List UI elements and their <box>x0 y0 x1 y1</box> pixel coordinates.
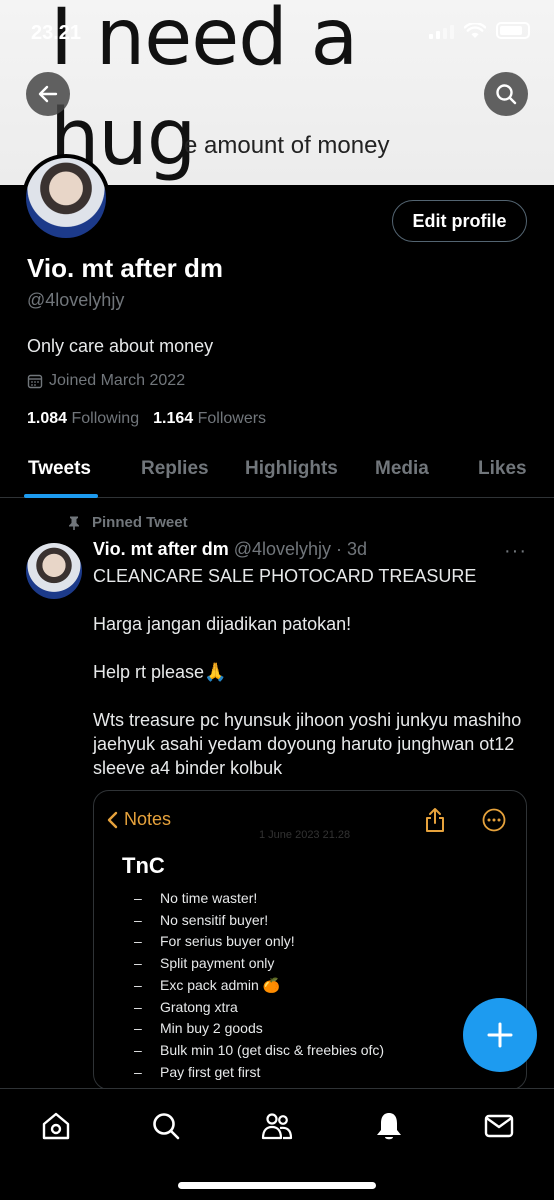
list-item: – Min buy 2 goods <box>134 1018 384 1040</box>
tweet-paragraph: Harga jangan dijadikan patokan! <box>93 614 352 634</box>
status-time: 23.21 <box>31 22 82 44</box>
rule-text: Min buy 2 goods <box>160 1020 263 1037</box>
tab-media[interactable]: Media <box>375 458 429 480</box>
rule-text: Gratong xtra <box>160 998 238 1015</box>
chevron-left-icon <box>107 811 118 828</box>
nav-search[interactable] <box>149 1109 183 1143</box>
tab-replies[interactable]: Replies <box>141 458 209 480</box>
calendar-icon <box>27 374 43 389</box>
notes-date: 1 June 2023 21.28 <box>259 829 351 841</box>
plus-icon <box>487 1022 513 1048</box>
tweet-paragraph: Help rt please🙏 <box>93 662 227 682</box>
bell-icon <box>377 1113 401 1140</box>
list-item: – Gratong xtra <box>134 997 384 1019</box>
notes-back-label: Notes <box>124 809 172 829</box>
rules-list: – No time waster! – No sensitif buyer! – Fo… <box>134 888 384 1083</box>
followers-label: Followers <box>197 410 267 427</box>
tab-highlights[interactable]: Highlights <box>245 458 338 480</box>
compose-tweet-button[interactable] <box>463 998 537 1072</box>
nav-communities[interactable] <box>260 1109 294 1143</box>
tab-likes[interactable]: Likes <box>478 458 527 480</box>
joined-text: Joined March 2022 <box>49 372 186 389</box>
battery-icon <box>496 22 530 39</box>
tweet-body: CLEANCARE SALE PHOTOCARD TREASURE Harga … <box>93 564 523 804</box>
rule-text: Exc pack admin 🍊 <box>160 976 281 993</box>
following-count: 1.084 <box>27 410 68 427</box>
search-icon <box>153 1113 180 1140</box>
tweet-header: Vio. mt after dm @4lovelyhjy · 3d <box>93 539 367 560</box>
edit-profile-button[interactable]: Edit profile <box>392 200 527 242</box>
search-button[interactable] <box>484 72 528 116</box>
following-label: Following <box>71 410 140 427</box>
pinned-text: Pinned Tweet <box>92 514 188 531</box>
joined-date: Joined March 2022 <box>27 372 185 390</box>
list-item: – Split payment only <box>134 953 384 975</box>
nav-home[interactable] <box>39 1109 73 1143</box>
notes-heading: TnC <box>122 853 165 878</box>
search-icon <box>496 84 517 105</box>
mail-icon <box>484 1114 514 1138</box>
rule-text: No sensitif buyer! <box>160 911 269 928</box>
tweet-paragraph: CLEANCARE SALE PHOTOCARD TREASURE <box>93 566 477 586</box>
tweet-author-name[interactable]: Vio. mt after dm <box>93 539 229 559</box>
profile-avatar[interactable] <box>22 154 110 242</box>
list-item: – No time waster! <box>134 888 384 910</box>
nav-notifications[interactable] <box>372 1109 406 1143</box>
following-link[interactable]: 1.084 Following <box>27 410 139 428</box>
list-item: – No sensitif buyer! <box>134 910 384 932</box>
active-tab-indicator <box>24 494 98 498</box>
rule-text: Pay first get first <box>160 1063 261 1080</box>
list-item: – Bulk min 10 (get disc & freebies ofc) <box>134 1040 384 1062</box>
followers-count: 1.164 <box>153 410 194 427</box>
display-name: Vio. mt after dm <box>27 253 224 283</box>
tweet-media-card[interactable]: Notes 1 June 2023 21.28 TnC – No time was… <box>93 790 527 1090</box>
list-item: – Exc pack admin 🍊 <box>134 975 384 997</box>
rule-text: No time waster! <box>160 890 258 906</box>
nav-messages[interactable] <box>482 1109 516 1143</box>
signal-icon <box>429 23 454 39</box>
banner-text-line3: e amount of money <box>184 132 390 159</box>
home-icon <box>42 1112 70 1140</box>
follow-stats: 1.084 Following 1.164 Followers <box>27 410 266 428</box>
tab-tweets[interactable]: Tweets <box>28 458 91 480</box>
rule-text: Split payment only <box>160 955 275 972</box>
status-bar: 23.21 <box>0 0 554 60</box>
rule-text: Bulk min 10 (get disc & freebies ofc) <box>160 1041 385 1058</box>
more-options-icon[interactable]: ··· <box>504 540 527 563</box>
pinned-label: Pinned Tweet <box>66 514 188 531</box>
list-item: – Pay first get first <box>134 1062 384 1084</box>
profile-tabs: Tweets Replies Highlights Media Likes <box>0 444 554 498</box>
tweet-paragraph: Wts treasure pc hyunsuk jihoon yoshi jun… <box>93 710 522 778</box>
share-icon <box>426 808 444 832</box>
communities-icon <box>261 1113 293 1140</box>
rule-text: For serius buyer only! <box>160 933 295 950</box>
notes-back-button: Notes <box>106 809 171 830</box>
tweet-meta: @4lovelyhjy · 3d <box>233 539 368 559</box>
wifi-icon <box>464 22 486 38</box>
home-indicator[interactable] <box>178 1182 376 1189</box>
list-item: – For serius buyer only! <box>134 931 384 953</box>
tweet-avatar[interactable] <box>26 543 82 599</box>
pin-icon <box>69 516 79 530</box>
back-button[interactable] <box>26 72 70 116</box>
user-handle: @4lovelyhjy <box>27 290 125 310</box>
ellipsis-circle-icon <box>482 808 506 832</box>
followers-link[interactable]: 1.164 Followers <box>153 410 266 428</box>
profile-bio: Only care about money <box>27 336 214 356</box>
arrow-left-icon <box>38 85 58 103</box>
